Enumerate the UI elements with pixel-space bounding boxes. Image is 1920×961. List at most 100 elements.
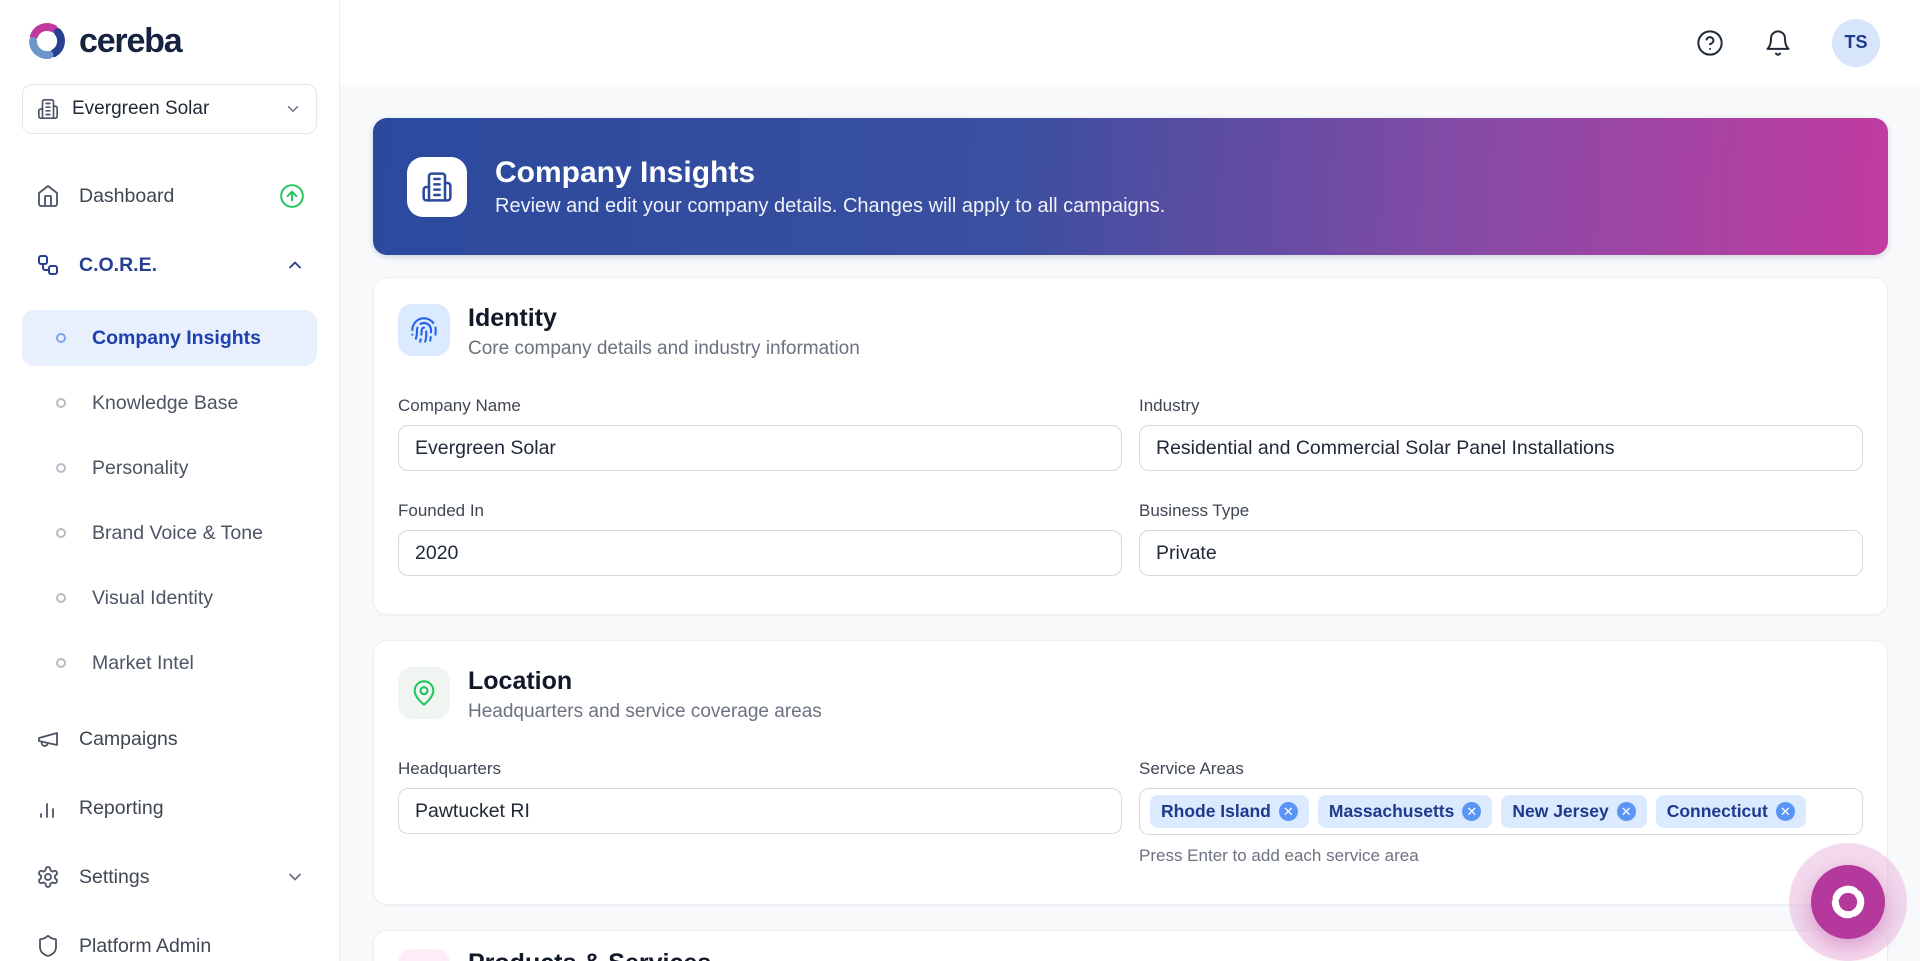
industry-field-group: Industry [1139,396,1863,471]
sidebar-item-settings[interactable]: Settings [22,853,317,901]
sidebar-item-campaigns[interactable]: Campaigns [22,715,317,763]
circle-arrow-up-icon [279,183,305,209]
topbar: TS [340,0,1920,85]
service-areas-input[interactable]: Rhode Island ✕ Massachusetts ✕ New Jerse… [1139,788,1863,835]
sidebar-item-label: Knowledge Base [92,392,238,415]
products-services-card: Products & Services [373,930,1888,961]
building-icon [37,98,59,120]
tag-label: New Jersey [1512,801,1608,822]
card-title: Location [468,667,822,696]
bell-icon[interactable] [1764,29,1792,57]
remove-tag-icon[interactable]: ✕ [1462,802,1481,821]
field-label: Founded In [398,501,1122,521]
building-icon [407,157,467,217]
chevron-down-icon [284,100,302,118]
industry-input[interactable] [1139,425,1863,471]
cereba-swirl-icon [1829,883,1867,921]
remove-tag-icon[interactable]: ✕ [1617,802,1636,821]
founded-in-field-group: Founded In [398,501,1122,576]
help-icon[interactable] [1696,29,1724,57]
tag-label: Rhode Island [1161,801,1271,822]
sidebar-item-company-insights[interactable]: Company Insights [22,310,317,366]
field-label: Headquarters [398,759,1122,779]
card-title: Identity [468,304,860,333]
sidebar-item-label: Reporting [79,797,164,820]
sidebar-item-visual-identity[interactable]: Visual Identity [22,570,317,626]
fingerprint-icon [398,304,450,356]
bullet-icon [56,463,66,473]
remove-tag-icon[interactable]: ✕ [1776,802,1795,821]
sidebar-item-label: Settings [79,866,149,889]
sidebar-item-label: Brand Voice & Tone [92,522,263,545]
sidebar-item-dashboard[interactable]: Dashboard [22,172,317,220]
tag-label: Connecticut [1667,801,1768,822]
headquarters-input[interactable] [398,788,1122,834]
headquarters-field-group: Headquarters [398,759,1122,866]
field-label: Business Type [1139,501,1863,521]
map-pin-icon [398,667,450,719]
brand-name: cereba [79,22,181,61]
business-type-input[interactable] [1139,530,1863,576]
sidebar-item-personality[interactable]: Personality [22,440,317,496]
location-card: Location Headquarters and service covera… [373,640,1888,905]
service-area-tag: Massachusetts ✕ [1318,795,1492,828]
company-selector-label: Evergreen Solar [72,98,209,120]
sidebar-item-label: Personality [92,457,188,480]
page-content: Company Insights Review and edit your co… [340,85,1920,961]
assistant-button-halo [1789,843,1907,961]
bullet-icon [56,658,66,668]
products-services-icon [398,949,450,961]
sidebar-item-core[interactable]: C.O.R.E. [22,241,317,289]
service-area-tag: Rhode Island ✕ [1150,795,1309,828]
bar-chart-icon [36,796,60,820]
workflow-icon [36,253,60,277]
home-icon [36,184,60,208]
sidebar-item-brand-voice-tone[interactable]: Brand Voice & Tone [22,505,317,561]
shield-icon [36,934,60,958]
company-insights-banner: Company Insights Review and edit your co… [373,118,1888,255]
tag-label: Massachusetts [1329,801,1454,822]
sidebar-item-label: Campaigns [79,728,178,751]
sidebar-item-platform-admin[interactable]: Platform Admin [22,922,317,961]
service-area-tag: Connecticut ✕ [1656,795,1806,828]
sidebar-item-label: Market Intel [92,652,194,675]
card-subtitle: Headquarters and service coverage areas [468,701,822,723]
sidebar: cereba Evergreen Solar Dashboard C. [0,0,340,961]
field-label: Industry [1139,396,1863,416]
bullet-icon [56,528,66,538]
sidebar-item-label: Visual Identity [92,587,213,610]
bullet-icon [56,398,66,408]
service-areas-hint: Press Enter to add each service area [1139,846,1863,866]
avatar[interactable]: TS [1832,19,1880,67]
megaphone-icon [36,727,60,751]
cereba-swirl-icon [26,20,68,62]
remove-tag-icon[interactable]: ✕ [1279,802,1298,821]
sidebar-item-label: C.O.R.E. [79,254,157,277]
founded-in-input[interactable] [398,530,1122,576]
company-name-field-group: Company Name [398,396,1122,471]
chevron-up-icon [285,255,305,275]
assistant-button[interactable] [1811,865,1885,939]
sidebar-item-market-intel[interactable]: Market Intel [22,635,317,691]
service-areas-field-group: Service Areas Rhode Island ✕ Massachuset… [1139,759,1863,866]
chevron-down-icon [285,867,305,887]
sidebar-item-label: Platform Admin [79,935,211,958]
sidebar-nav: Dashboard C.O.R.E. Company Insights Know… [22,172,317,961]
company-name-input[interactable] [398,425,1122,471]
identity-card: Identity Core company details and indust… [373,277,1888,615]
company-selector[interactable]: Evergreen Solar [22,84,317,134]
sidebar-item-label: Company Insights [92,327,261,350]
core-subnav: Company Insights Knowledge Base Personal… [22,310,317,691]
service-area-tag: New Jersey ✕ [1501,795,1646,828]
field-label: Service Areas [1139,759,1863,779]
card-title: Products & Services [468,949,711,961]
main-area: TS Company Insights Review and edit your… [340,0,1920,961]
sidebar-item-knowledge-base[interactable]: Knowledge Base [22,375,317,431]
field-label: Company Name [398,396,1122,416]
sidebar-item-label: Dashboard [79,185,174,208]
sidebar-item-reporting[interactable]: Reporting [22,784,317,832]
bullet-icon [56,333,66,343]
card-subtitle: Core company details and industry inform… [468,338,860,360]
page-title: Company Insights [495,156,1165,190]
gear-icon [36,865,60,889]
